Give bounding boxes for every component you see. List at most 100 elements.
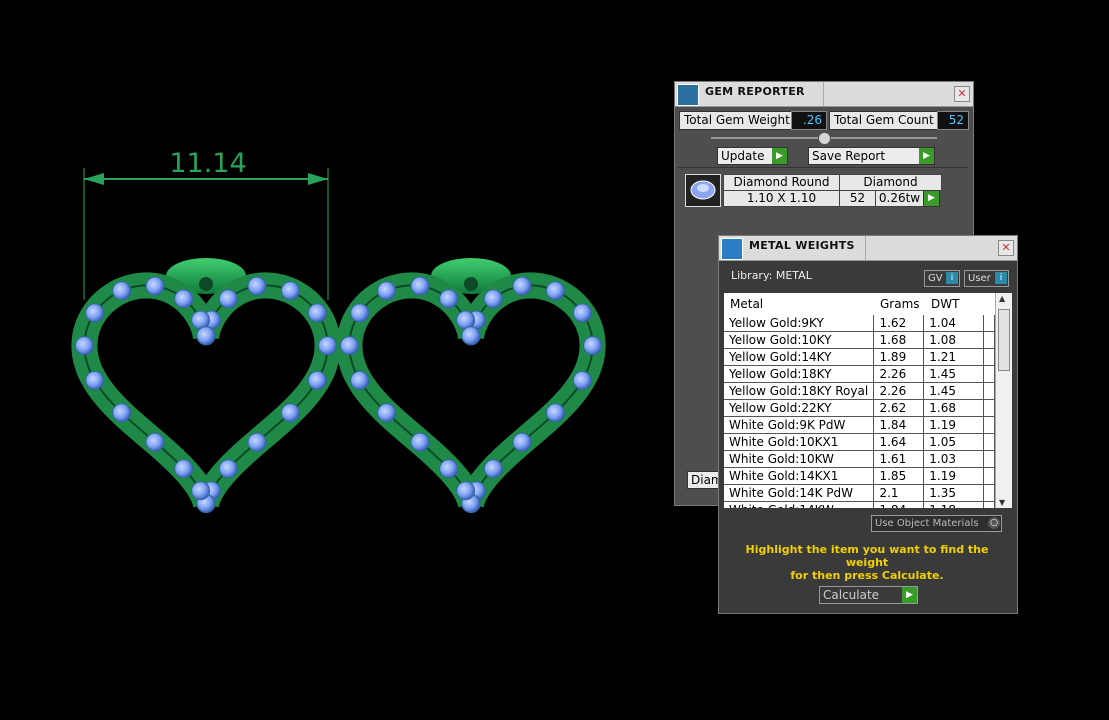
diamond-stone: [583, 336, 603, 356]
column-header-metal[interactable]: Metal: [730, 297, 763, 311]
empty-cell: [983, 348, 995, 366]
calculate-button[interactable]: Calculate ▶: [819, 586, 918, 604]
metal-cell: Yellow Gold:9KY: [724, 315, 875, 332]
gem-reporter-titlebar[interactable]: GEM REPORTER ✕: [675, 82, 973, 107]
save-report-button-label: Save Report: [812, 149, 886, 163]
empty-cell: [983, 315, 995, 332]
diamond-stone: [461, 326, 481, 346]
table-row[interactable]: White Gold:14KW1.841.18: [724, 501, 995, 508]
grams-cell: 1.84: [873, 416, 925, 434]
user-toggle[interactable]: User i: [964, 270, 1009, 287]
use-object-materials-toggle[interactable]: Use Object Materials ○: [871, 515, 1002, 532]
play-arrow-icon: ▶: [919, 148, 934, 164]
metal-cell: White Gold:14KX1: [724, 467, 875, 485]
save-report-button[interactable]: Save Report ▶: [808, 147, 935, 165]
metal-table-scrollbar[interactable]: ▲ ▼: [995, 293, 1012, 508]
diamond-stone: [174, 459, 194, 479]
grams-cell: 2.62: [873, 399, 925, 417]
dwt-cell: 1.45: [923, 382, 984, 400]
diamond-stone: [112, 281, 132, 301]
empty-cell: [983, 484, 995, 502]
diamond-stone: [377, 403, 397, 423]
diamond-stone: [483, 459, 503, 479]
table-row[interactable]: White Gold:14K PdW 2.1 1.35: [724, 484, 995, 502]
diamond-stone: [191, 481, 211, 501]
diamond-stone: [545, 281, 565, 301]
grams-cell: 1.89: [873, 348, 925, 366]
3d-viewport[interactable]: 11.14: [0, 0, 660, 717]
gem-material[interactable]: Diamond: [839, 174, 942, 191]
empty-cell: [983, 399, 995, 417]
play-arrow-icon: ▶: [772, 148, 787, 164]
table-row[interactable]: White Gold:14KX1 1.85 1.19: [724, 467, 995, 485]
metal-cell: White Gold:9K PdW: [724, 416, 875, 434]
table-row[interactable]: Yellow Gold:18KY 2.26 1.45: [724, 365, 995, 383]
table-row[interactable]: Yellow Gold:22KY 2.62 1.68: [724, 399, 995, 417]
splitter-knob-icon[interactable]: [818, 132, 831, 145]
diamond-stone: [439, 289, 459, 309]
metal-cell: Yellow Gold:22KY: [724, 399, 875, 417]
play-arrow-icon: ▶: [902, 587, 917, 603]
table-row[interactable]: White Gold:10KW 1.61 1.03: [724, 450, 995, 468]
table-row[interactable]: Yellow Gold:10KY 1.68 1.08: [724, 331, 995, 349]
library-label: Library: METAL: [731, 269, 812, 282]
gv-toggle-label: GV: [928, 273, 943, 284]
grams-cell: 1.64: [873, 433, 925, 451]
dwt-cell: 1.04: [923, 315, 984, 332]
info-icon: i: [995, 272, 1007, 284]
gv-toggle[interactable]: GV i: [924, 270, 960, 287]
gem-list-bottom-button[interactable]: Diam: [687, 471, 722, 489]
close-icon[interactable]: ✕: [998, 240, 1014, 256]
diamond-stone: [512, 276, 532, 296]
gem-weight[interactable]: 0.26tw: [875, 190, 924, 207]
scroll-down-icon[interactable]: ▼: [999, 498, 1005, 507]
metal-cell: Yellow Gold:18KY Royal: [724, 382, 875, 400]
diamond-stone: [339, 336, 359, 356]
use-object-materials-label: Use Object Materials: [875, 518, 979, 529]
diamond-stone: [112, 403, 132, 423]
total-gem-count-value: 52: [937, 111, 969, 130]
grams-cell: 1.62: [873, 315, 925, 332]
diamond-stone: [307, 303, 327, 323]
diamond-stone: [318, 336, 338, 356]
gem-shape-name[interactable]: Diamond Round: [723, 174, 840, 191]
calculate-button-label: Calculate: [823, 588, 880, 602]
scroll-up-icon[interactable]: ▲: [999, 294, 1005, 303]
gem-size[interactable]: 1.10 X 1.10: [723, 190, 840, 207]
metal-cell: White Gold:10KW: [724, 450, 875, 468]
diamond-stone: [572, 370, 592, 390]
table-row[interactable]: Yellow Gold:9KY 1.62 1.04: [724, 315, 995, 332]
close-icon[interactable]: ✕: [954, 86, 970, 102]
instructions-line-2: for then press Calculate.: [790, 569, 944, 582]
table-row[interactable]: Yellow Gold:14KY 1.89 1.21: [724, 348, 995, 366]
earring-post-hole: [199, 277, 213, 291]
earring-right: [336, 258, 606, 513]
total-gem-weight-value: .26: [791, 111, 827, 130]
metal-weights-titlebar[interactable]: METAL WEIGHTS ✕: [719, 236, 1017, 261]
empty-cell: [983, 501, 995, 508]
table-row[interactable]: Yellow Gold:18KY Royal 2.26 1.45: [724, 382, 995, 400]
empty-cell: [983, 331, 995, 349]
diamond-gem-icon[interactable]: [685, 174, 721, 207]
dwt-cell: 1.08: [923, 331, 984, 349]
diamond-stone: [247, 276, 267, 296]
diamond-stone: [456, 310, 476, 330]
table-row[interactable]: White Gold:10KX1 1.64 1.05: [724, 433, 995, 451]
column-header-dwt[interactable]: DWT: [931, 297, 959, 311]
table-row[interactable]: White Gold:9K PdW 1.84 1.19: [724, 416, 995, 434]
metal-table[interactable]: Yellow Gold:9KY 1.62 1.04 Yellow Gold:10KY 1…: [724, 315, 995, 508]
gem-reporter-app-icon: [677, 84, 699, 106]
metal-weights-app-icon: [721, 238, 743, 260]
dwt-cell: 1.68: [923, 399, 984, 417]
diamond-stone: [572, 303, 592, 323]
gem-select-button[interactable]: ▶: [923, 190, 940, 207]
diamond-stone: [483, 289, 503, 309]
dwt-cell: 1.45: [923, 365, 984, 383]
scrollbar-thumb[interactable]: [998, 309, 1010, 371]
diamond-stone: [410, 432, 430, 452]
gem-count[interactable]: 52: [839, 190, 876, 207]
diamond-stone: [280, 281, 300, 301]
diamond-stone: [174, 289, 194, 309]
update-button[interactable]: Update ▶: [717, 147, 788, 165]
column-header-grams[interactable]: Grams: [880, 297, 920, 311]
